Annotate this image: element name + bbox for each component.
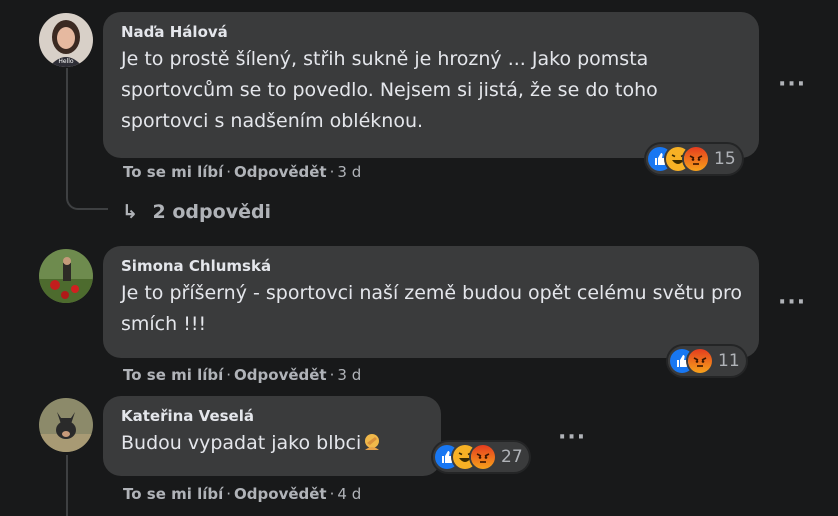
- reactions-summary[interactable]: 15: [646, 144, 742, 174]
- like-button[interactable]: To se mi líbí: [123, 163, 223, 181]
- reply-button[interactable]: Odpovědět: [234, 366, 327, 384]
- comment-actions: To se mi líbí · Odpovědět · 3 d: [123, 163, 362, 181]
- more-options-icon[interactable]: ···: [778, 292, 806, 314]
- avatar[interactable]: [39, 249, 93, 303]
- more-options-icon[interactable]: ···: [558, 427, 586, 449]
- comment-time[interactable]: 3 d: [337, 366, 361, 384]
- comment-time[interactable]: 4 d: [337, 485, 361, 503]
- avatar-image: Hello: [39, 13, 93, 67]
- avatar[interactable]: [39, 398, 93, 452]
- comment-text-content: Budou vypadat jako blbci: [121, 432, 362, 454]
- view-replies-link[interactable]: ↳ 2 odpovědi: [122, 201, 271, 223]
- replies-label: 2 odpovědi: [152, 201, 272, 223]
- comment-actions: To se mi líbí · Odpovědět · 4 d: [123, 485, 362, 503]
- comment-author[interactable]: Simona Chlumská: [121, 256, 743, 276]
- comment-author[interactable]: Naďa Hálová: [121, 22, 743, 42]
- reply-arrow-icon: ↳: [122, 201, 138, 223]
- angry-reaction-icon: [471, 445, 495, 469]
- facepalm-emoji-icon: [362, 431, 382, 451]
- thread-line: [66, 68, 108, 210]
- reaction-count: 11: [718, 351, 740, 371]
- angry-reaction-icon: [684, 147, 708, 171]
- comment-author[interactable]: Kateřina Veselá: [121, 406, 425, 426]
- reply-button[interactable]: Odpovědět: [234, 163, 327, 181]
- avatar-image: [39, 249, 93, 303]
- comment-bubble: Simona Chlumská Je to příšerný - sportov…: [103, 246, 759, 358]
- comment-text: Je to prostě šílený, střih sukně je hroz…: [121, 48, 658, 132]
- like-button[interactable]: To se mi líbí: [123, 366, 223, 384]
- comment-bubble: Naďa Hálová Je to prostě šílený, střih s…: [103, 12, 759, 158]
- comment-text: Je to příšerný - sportovci naší země bud…: [121, 282, 743, 335]
- avatar-image: [39, 398, 93, 452]
- avatar-label: Hello: [58, 58, 74, 65]
- comment-bubble: Kateřina Veselá Budou vypadat jako blbci: [103, 396, 441, 476]
- thread-line: [66, 455, 68, 516]
- reactions-summary[interactable]: 11: [668, 346, 746, 376]
- avatar[interactable]: Hello: [39, 13, 93, 67]
- more-options-icon[interactable]: ···: [778, 74, 806, 96]
- angry-reaction-icon: [688, 349, 712, 373]
- reaction-count: 15: [714, 149, 736, 169]
- reactions-summary[interactable]: 27: [433, 442, 529, 472]
- like-button[interactable]: To se mi líbí: [123, 485, 223, 503]
- reply-button[interactable]: Odpovědět: [234, 485, 327, 503]
- comment-time[interactable]: 3 d: [337, 163, 361, 181]
- comment-actions: To se mi líbí · Odpovědět · 3 d: [123, 366, 362, 384]
- comment-text: Budou vypadat jako blbci: [121, 428, 425, 459]
- reaction-count: 27: [501, 447, 523, 467]
